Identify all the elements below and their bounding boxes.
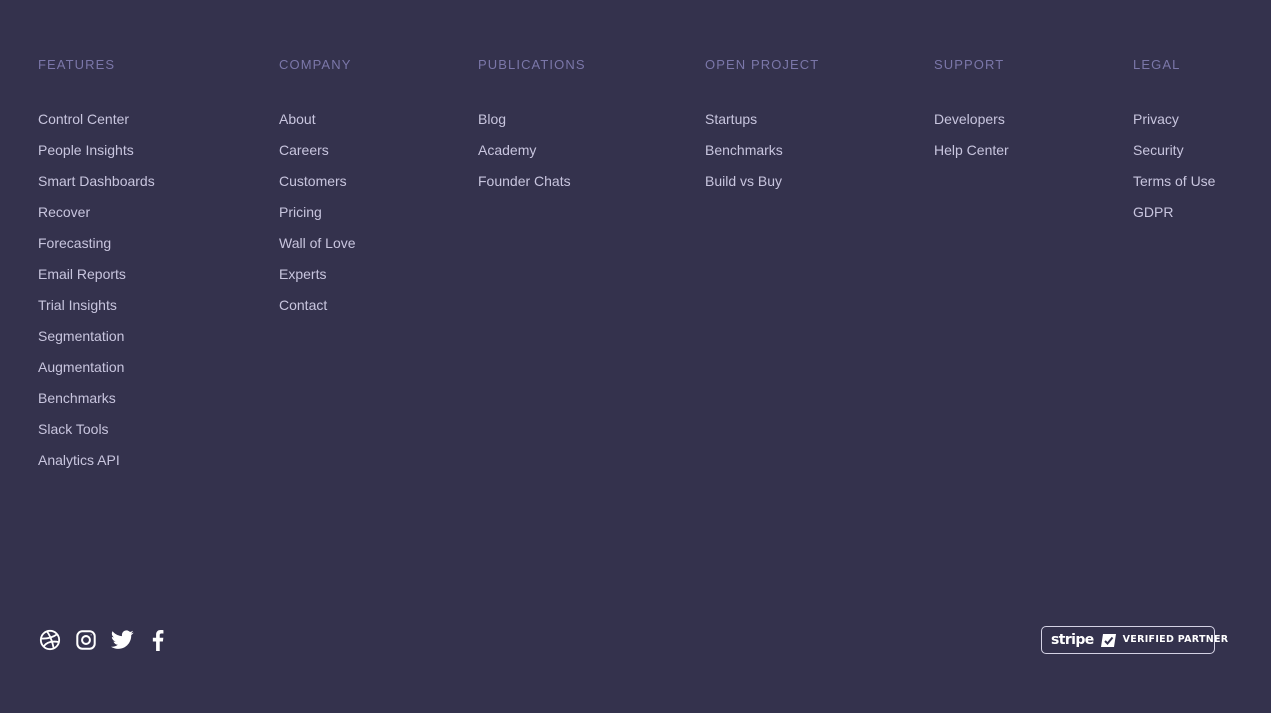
link-list: Developers Help Center xyxy=(934,104,1009,166)
footer-link-build-vs-buy[interactable]: Build vs Buy xyxy=(705,166,819,197)
footer-column-publications: PUBLICATIONS Blog Academy Founder Chats xyxy=(478,58,586,197)
link-list: Startups Benchmarks Build vs Buy xyxy=(705,104,819,197)
footer-link-recover[interactable]: Recover xyxy=(38,197,155,228)
footer-link-smart-dashboards[interactable]: Smart Dashboards xyxy=(38,166,155,197)
footer-link-people-insights[interactable]: People Insights xyxy=(38,135,155,166)
footer-link-founder-chats[interactable]: Founder Chats xyxy=(478,166,586,197)
link-list: Blog Academy Founder Chats xyxy=(478,104,586,197)
column-heading: COMPANY xyxy=(279,57,352,72)
facebook-icon[interactable] xyxy=(146,628,170,652)
footer-column-features: FEATURES Control Center People Insights … xyxy=(38,58,155,476)
footer-link-about[interactable]: About xyxy=(279,104,356,135)
instagram-icon[interactable] xyxy=(74,628,98,652)
footer-link-analytics-api[interactable]: Analytics API xyxy=(38,445,155,476)
footer-link-slack-tools[interactable]: Slack Tools xyxy=(38,414,155,445)
footer-link-terms-of-use[interactable]: Terms of Use xyxy=(1133,166,1215,197)
footer-link-segmentation[interactable]: Segmentation xyxy=(38,321,155,352)
footer-link-security[interactable]: Security xyxy=(1133,135,1215,166)
footer-link-customers[interactable]: Customers xyxy=(279,166,356,197)
stripe-logo: stripe xyxy=(1051,632,1094,648)
footer-link-benchmarks-open[interactable]: Benchmarks xyxy=(705,135,819,166)
footer-link-academy[interactable]: Academy xyxy=(478,135,586,166)
footer-link-trial-insights[interactable]: Trial Insights xyxy=(38,290,155,321)
verified-check-icon xyxy=(1100,633,1116,647)
footer-link-control-center[interactable]: Control Center xyxy=(38,104,155,135)
footer-link-help-center[interactable]: Help Center xyxy=(934,135,1009,166)
footer-link-benchmarks[interactable]: Benchmarks xyxy=(38,383,155,414)
footer-link-privacy[interactable]: Privacy xyxy=(1133,104,1215,135)
footer-link-email-reports[interactable]: Email Reports xyxy=(38,259,155,290)
stripe-verified-partner-badge[interactable]: stripe VERIFIED PARTNER xyxy=(1041,626,1228,654)
footer-link-contact[interactable]: Contact xyxy=(279,290,356,321)
footer-column-support: SUPPORT Developers Help Center xyxy=(934,58,1009,166)
badge-label: VERIFIED PARTNER xyxy=(1122,634,1229,645)
link-list: Control Center People Insights Smart Das… xyxy=(38,104,155,476)
column-heading: FEATURES xyxy=(38,57,116,72)
footer-column-open-project: OPEN PROJECT Startups Benchmarks Build v… xyxy=(705,58,819,197)
footer-link-forecasting[interactable]: Forecasting xyxy=(38,228,155,259)
footer-column-legal: LEGAL Privacy Security Terms of Use GDPR xyxy=(1133,58,1215,228)
column-heading: PUBLICATIONS xyxy=(478,57,586,72)
footer-link-careers[interactable]: Careers xyxy=(279,135,356,166)
footer-link-developers[interactable]: Developers xyxy=(934,104,1009,135)
link-list: Privacy Security Terms of Use GDPR xyxy=(1133,104,1215,228)
footer-link-pricing[interactable]: Pricing xyxy=(279,197,356,228)
footer-column-company: COMPANY About Careers Customers Pricing … xyxy=(279,58,356,321)
column-heading: SUPPORT xyxy=(934,57,1005,72)
footer-link-experts[interactable]: Experts xyxy=(279,259,356,290)
footer-link-startups[interactable]: Startups xyxy=(705,104,819,135)
column-heading: OPEN PROJECT xyxy=(705,57,820,72)
social-links xyxy=(38,628,182,652)
footer-link-wall-of-love[interactable]: Wall of Love xyxy=(279,228,356,259)
footer-link-gdpr[interactable]: GDPR xyxy=(1133,197,1215,228)
link-list: About Careers Customers Pricing Wall of … xyxy=(279,104,356,321)
footer-link-blog[interactable]: Blog xyxy=(478,104,586,135)
twitter-icon[interactable] xyxy=(110,628,134,652)
footer-link-augmentation[interactable]: Augmentation xyxy=(38,352,155,383)
dribbble-icon[interactable] xyxy=(38,628,62,652)
column-heading: LEGAL xyxy=(1133,57,1181,72)
